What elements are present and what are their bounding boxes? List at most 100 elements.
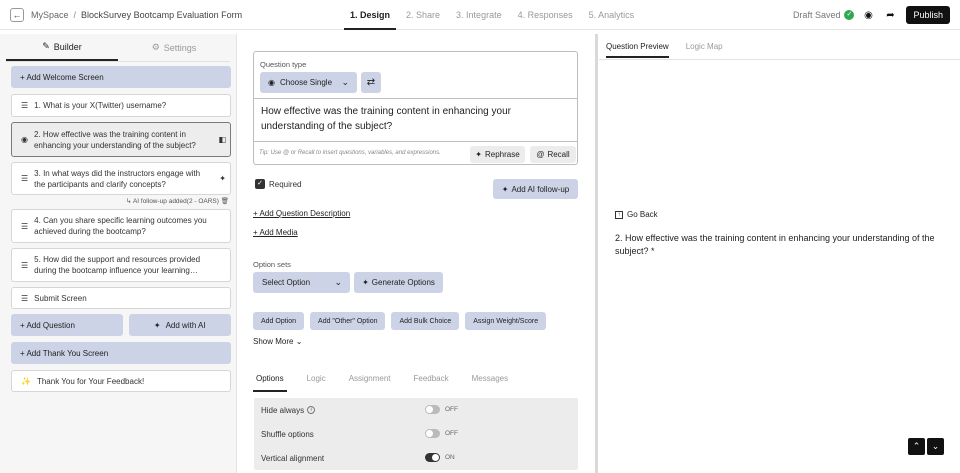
duplicate-icon[interactable]: ◧ <box>218 135 226 144</box>
submit-screen-label: Submit Screen <box>34 293 87 303</box>
tab-feedback[interactable]: Feedback <box>411 374 452 392</box>
chevron-down-icon: ⌄ <box>341 77 349 87</box>
add-ai-followup-button[interactable]: ✦ Add AI follow-up <box>493 179 578 199</box>
followup-arrow-icon: ↳ <box>126 198 132 205</box>
sparkle-icon: ✦ <box>475 150 482 159</box>
add-thank-you-screen-button[interactable]: + Add Thank You Screen <box>11 342 231 364</box>
assign-weight-score-button[interactable]: Assign Weight/Score <box>465 312 547 330</box>
add-ai-followup-label: Add AI follow-up <box>511 184 570 194</box>
preview-panel: Question Preview Logic Map ↑ Go Back 2. … <box>599 34 960 473</box>
arrow-up-icon: ↑ <box>615 210 623 219</box>
divider <box>254 141 577 142</box>
toggle-state: OFF <box>445 430 458 437</box>
tab-builder-label: Builder <box>53 41 82 52</box>
question-text-input[interactable]: How effective was the training content i… <box>261 104 571 134</box>
recall-button[interactable]: @ Recall <box>530 146 576 163</box>
option-sets-label: Option sets <box>253 260 291 269</box>
question-editor: Question type ◉ Choose Single ⌄ ⇄ How ef… <box>245 34 588 473</box>
add-welcome-screen-button[interactable]: + Add Welcome Screen <box>11 66 231 88</box>
sparkle-icon[interactable]: ✦ <box>219 174 226 183</box>
publish-button[interactable]: Publish <box>906 6 950 24</box>
add-question-button[interactable]: + Add Question <box>11 314 123 336</box>
settings-tabs: Options Logic Assignment Feedback Messag… <box>253 374 528 392</box>
option-row-label: Hide always <box>261 405 305 415</box>
add-option-button[interactable]: Add Option <box>253 312 305 330</box>
step-design[interactable]: 1. Design <box>344 0 397 30</box>
add-question-description-link[interactable]: + Add Question Description <box>253 209 350 218</box>
chevron-down-icon: ⌄ <box>295 337 303 346</box>
option-row-hide-always: Hide always i OFF <box>254 398 578 422</box>
rephrase-button[interactable]: ✦ Rephrase <box>470 146 525 163</box>
option-sets-card: Option sets Select Option ⌄ ✦ Generate O… <box>245 250 586 356</box>
question-item-1[interactable]: ☰ 1. What is your X(Twitter) username? <box>11 94 231 117</box>
add-other-option-button[interactable]: Add "Other" Option <box>310 312 386 330</box>
required-label: Required <box>269 180 302 189</box>
info-icon[interactable]: i <box>307 406 316 414</box>
step-analytics[interactable]: 5. Analytics <box>583 0 641 30</box>
vertical-alignment-toggle[interactable] <box>425 453 440 462</box>
option-row-shuffle: Shuffle options OFF <box>254 422 578 446</box>
breadcrumb-myspace[interactable]: MySpace <box>31 10 69 20</box>
go-back-button[interactable]: ↑ Go Back <box>615 210 658 219</box>
shuffle-options-toggle[interactable] <box>425 429 440 438</box>
ai-followup-text: AI follow-up added(2 - OARS) <box>132 198 219 205</box>
text-lines-icon: ☰ <box>21 221 29 231</box>
sparkle-icon: ✦ <box>153 320 161 330</box>
form-title[interactable]: BlockSurvey Bootcamp Evaluation Form <box>81 10 242 20</box>
step-responses[interactable]: 4. Responses <box>512 0 579 30</box>
swap-type-button[interactable]: ⇄ <box>361 72 381 93</box>
question-type-label: Question type <box>260 60 307 69</box>
add-media-link[interactable]: + Add Media <box>253 228 298 237</box>
chevron-up-icon[interactable]: ⌃ <box>908 438 925 455</box>
required-checkbox[interactable]: ✓ <box>255 179 265 189</box>
step-share[interactable]: 2. Share <box>400 0 446 30</box>
select-option-dropdown[interactable]: Select Option ⌄ <box>253 272 350 293</box>
resize-handle[interactable] <box>595 34 598 473</box>
tab-logic-map[interactable]: Logic Map <box>686 42 723 58</box>
add-with-ai-button[interactable]: ✦ Add with AI <box>128 314 231 336</box>
tab-logic[interactable]: Logic <box>304 374 329 392</box>
submit-icon: ☰ <box>21 293 29 303</box>
chevron-down-icon[interactable]: ⌄ <box>927 438 944 455</box>
eye-icon[interactable]: ◉ <box>862 9 874 21</box>
options-settings-card: Options Logic Assignment Feedback Messag… <box>245 366 586 473</box>
toggle-state: ON <box>445 454 455 461</box>
question-item-4[interactable]: ☰ 4. Can you share specific learning out… <box>11 209 231 243</box>
question-item-5[interactable]: ☰ 5. How did the support and resources p… <box>11 248 231 282</box>
generate-options-label: Generate Options <box>371 278 435 287</box>
text-lines-icon: ☰ <box>21 174 29 183</box>
generate-options-button[interactable]: ✦ Generate Options <box>354 272 443 293</box>
sparkle-icon: ✦ <box>501 184 509 194</box>
text-lines-icon: ☰ <box>21 101 29 110</box>
back-arrow-icon[interactable]: ← <box>10 7 24 22</box>
step-integrate[interactable]: 3. Integrate <box>450 0 508 30</box>
option-row-label: Shuffle options <box>261 429 314 439</box>
tab-builder[interactable]: ✎ Builder <box>6 34 118 61</box>
at-icon: @ <box>536 150 545 159</box>
tab-assignment[interactable]: Assignment <box>346 374 394 392</box>
thank-you-item[interactable]: ✨ Thank You for Your Feedback! <box>11 370 231 392</box>
question-item-label: 5. How did the support and resources pro… <box>34 255 201 275</box>
question-item-label: 3. In what ways did the instructors enga… <box>34 168 201 189</box>
rephrase-label: Rephrase <box>485 150 520 159</box>
tab-messages[interactable]: Messages <box>469 374 511 392</box>
builder-panel: ✎ Builder ⚙ Settings + Add Welcome Scree… <box>0 34 237 473</box>
tab-settings[interactable]: ⚙ Settings <box>118 34 230 61</box>
trash-icon[interactable]: 🗑 <box>221 198 229 205</box>
add-question-row: + Add Question ✦ Add with AI <box>11 314 231 336</box>
option-row-label: Vertical alignment <box>261 453 325 463</box>
add-bulk-choice-button[interactable]: Add Bulk Choice <box>391 312 460 330</box>
go-back-label: Go Back <box>627 210 658 219</box>
share-arrow-icon[interactable]: ➦ <box>884 9 896 21</box>
question-item-label: 4. Can you share specific learning outco… <box>34 216 207 236</box>
hide-always-toggle[interactable] <box>425 405 440 414</box>
question-item-3[interactable]: ☰ 3. In what ways did the instructors en… <box>11 162 231 195</box>
tab-question-preview[interactable]: Question Preview <box>606 42 669 58</box>
question-type-select[interactable]: ◉ Choose Single ⌄ <box>260 72 357 93</box>
tab-options[interactable]: Options <box>253 374 287 392</box>
question-item-2[interactable]: ◉ 2. How effective was the training cont… <box>11 122 231 157</box>
radio-icon: ◉ <box>268 78 275 87</box>
submit-screen-item[interactable]: ☰ Submit Screen <box>11 287 231 309</box>
show-more-toggle[interactable]: Show More ⌄ <box>253 337 302 346</box>
question-item-label: 1. What is your X(Twitter) username? <box>34 101 167 110</box>
